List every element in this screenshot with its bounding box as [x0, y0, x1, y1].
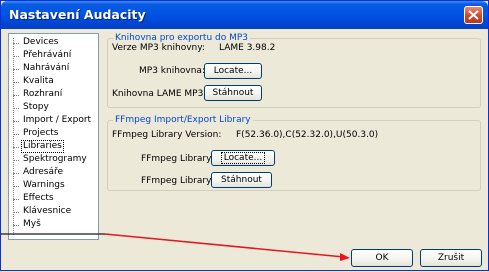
mp3-version-label: Verze MP3 knihovny: [112, 43, 205, 53]
ffmpeg-locate-button-label: Locate... [220, 152, 266, 164]
ffmpeg-locate-button[interactable]: Locate... [211, 150, 275, 166]
mp3-library-group: Knihovna pro exportu do MP3 Verze MP3 kn… [107, 33, 481, 108]
mp3-library-label: MP3 knihovna: [139, 66, 205, 76]
sidebar-item-label: Warnings [23, 180, 65, 190]
sidebar-item-label: Projects [23, 128, 59, 138]
window-title: Nastavení Audacity [9, 7, 146, 22]
mp3-locate-button[interactable]: Locate... [204, 63, 262, 79]
sidebar-item-label: Libraries [21, 140, 64, 153]
sidebar-item-label: Kvalita [23, 76, 54, 86]
close-button[interactable] [464, 6, 483, 24]
ffmpeg-library-label: FFmpeg Library: [141, 154, 214, 164]
mp3-version-value: LAME 3.98.2 [219, 43, 276, 53]
sidebar-item-label: Stopy [23, 102, 49, 112]
sidebar-item-label: Adresáře [23, 167, 63, 177]
preferences-dialog: Nastavení Audacity Devices Přehrávání Na… [0, 0, 489, 271]
sidebar-item-label: Přehrávání [23, 50, 72, 60]
ffmpeg-version-label: FFmpeg Library Version: [112, 130, 222, 140]
sidebar-item-label: Devices [23, 37, 59, 47]
title-bar[interactable]: Nastavení Audacity [1, 1, 488, 29]
sidebar-item-label: Effects [23, 193, 54, 203]
mp3-download-label: Knihovna LAME MP3: [112, 89, 207, 99]
sidebar-item-label: Import / Export [23, 115, 92, 125]
sidebar-item-label: Spektrogramy [23, 154, 87, 164]
ok-button[interactable]: OK [351, 249, 413, 267]
cancel-button[interactable]: Zrušit [420, 249, 482, 267]
close-icon [468, 10, 479, 20]
ffmpeg-group-title: FFmpeg Import/Export Library [113, 115, 253, 125]
sidebar-item-label: Klávesnice [23, 206, 72, 216]
ffmpeg-download-button[interactable]: Stáhnout [211, 172, 272, 188]
ffmpeg-version-value: F(52.36.0),C(52.32.0),U(50.3.0) [236, 130, 379, 140]
ffmpeg-library-group: FFmpeg Import/Export Library FFmpeg Libr… [107, 115, 481, 191]
mp3-group-title: Knihovna pro exportu do MP3 [113, 33, 251, 43]
mp3-download-button[interactable]: Stáhnout [204, 85, 262, 101]
sidebar-item-label: Nahrávání [23, 63, 70, 73]
sidebar-item-label: Rozhraní [23, 89, 63, 99]
sidebar-item-label: Myš [23, 219, 41, 229]
category-tree[interactable]: Devices Přehrávání Nahrávání Kvalita Roz… [8, 33, 99, 240]
ffmpeg-download-label: FFmpeg Library: [141, 176, 214, 186]
